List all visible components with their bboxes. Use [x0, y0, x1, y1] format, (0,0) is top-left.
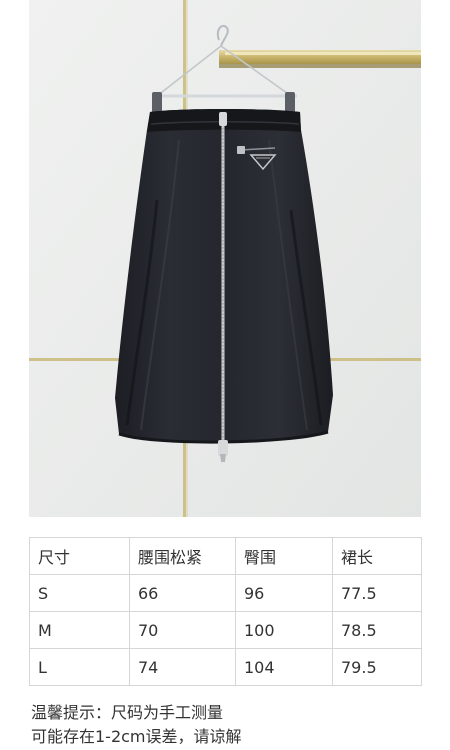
- header-length: 裙长: [332, 537, 422, 575]
- product-photo: [29, 0, 421, 517]
- cell-waist: 70: [129, 611, 236, 649]
- table-row: S 66 96 77.5: [29, 574, 422, 612]
- table-row: L 74 104 79.5: [29, 648, 422, 686]
- cell-length: 78.5: [332, 611, 422, 649]
- cell-hip: 100: [235, 611, 333, 649]
- header-waist: 腰围松紧: [129, 537, 236, 575]
- table-row: M 70 100 78.5: [29, 611, 422, 649]
- header-hip: 臀围: [235, 537, 333, 575]
- cell-size: S: [29, 574, 130, 612]
- cell-waist: 74: [129, 648, 236, 686]
- cell-length: 79.5: [332, 648, 422, 686]
- cell-length: 77.5: [332, 574, 422, 612]
- cell-size: L: [29, 648, 130, 686]
- zipper-pull-top: [219, 112, 227, 126]
- measurement-notes: 温馨提示：尺码为手工测量 可能存在1-2cm误差，请谅解: [31, 701, 242, 749]
- header-size: 尺寸: [29, 537, 130, 575]
- cell-hip: 96: [235, 574, 333, 612]
- table-header-row: 尺寸 腰围松紧 臀围 裙长: [29, 537, 422, 575]
- size-chart-table: 尺寸 腰围松紧 臀围 裙长 S 66 96 77.5 M 70 100 78.5…: [29, 537, 422, 686]
- note-line-1: 温馨提示：尺码为手工测量: [31, 703, 224, 722]
- cell-size: M: [29, 611, 130, 649]
- note-line-2: 可能存在1-2cm误差，请谅解: [31, 727, 242, 746]
- cell-waist: 66: [129, 574, 236, 612]
- zipper-pull-bottom: [218, 440, 228, 456]
- cell-hip: 104: [235, 648, 333, 686]
- skirt-illustration: [29, 0, 421, 517]
- skirt: [115, 109, 333, 462]
